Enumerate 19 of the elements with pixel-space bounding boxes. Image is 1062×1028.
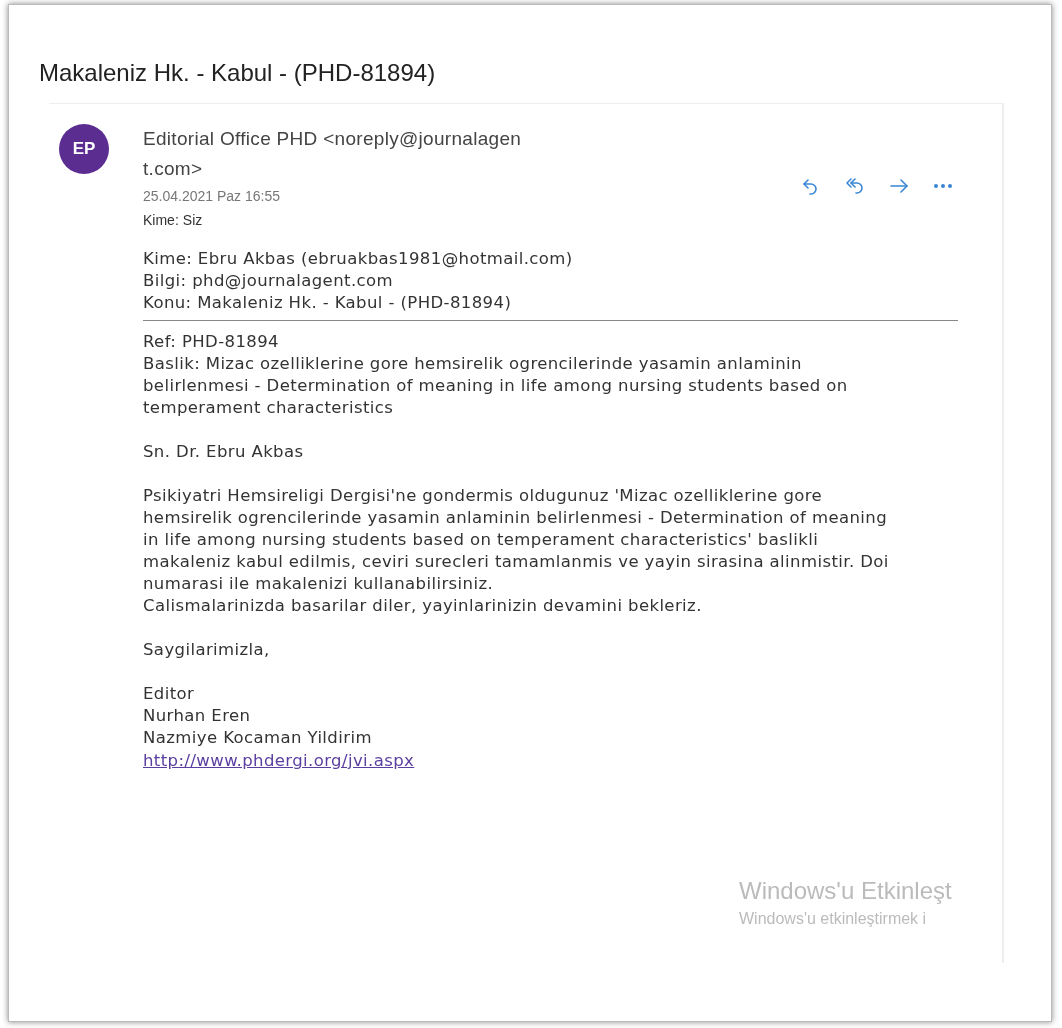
activation-title: Windows'u Etkinleşt bbox=[739, 876, 952, 906]
sender-name: Editorial Office PHD <noreply@journalagen t.com> bbox=[143, 127, 522, 181]
website-link[interactable]: http://www.phdergi.org/jvi.aspx bbox=[143, 751, 415, 770]
message-header-text: Kime: Ebru Akbas (ebruakbas1981@hotmail.com) Bilgi: phd@journalagent.com Konu: Makaleniz Hk. - Kabul - (PHD-81894) bbox=[143, 248, 574, 314]
recipient-value: Siz bbox=[182, 211, 203, 230]
email-subject: Makaleniz Hk. - Kabul - (PHD-81894) bbox=[39, 58, 436, 88]
sent-date: 25.04.2021 Paz 16:55 bbox=[143, 187, 281, 206]
message-paragraph: Psikiyatri Hemsireligi Dergisi'ne gondermis oldugunuz 'Mizac ozelliklerine gore hemsirelik ogrencilerinde yasamin anlaminin belirlenmesi - Determination of meaning in life among nursing students based on temperament characteristics' baslikli makaleniz kabul edilmis, ceviri surecleri tamamlanmis ve yayin sirasina alinmistir. Doi numarasi ile makalenizi kullanabilirsiniz. Calismalarinizda basarilar diler, yayinlarinizin devamini bekleriz. bbox=[143, 485, 890, 617]
message-paragraph: Sn. Dr. Ebru Akbas bbox=[143, 441, 305, 463]
more-icon bbox=[934, 184, 952, 188]
recipient-label: Kime: bbox=[143, 211, 179, 230]
activation-hint: Windows'u etkinleştirmek i bbox=[739, 909, 927, 929]
sender-avatar: EP bbox=[59, 124, 109, 174]
message-paragraph: Ref: PHD-81894 Baslik: Mizac ozelliklerine gore hemsirelik ogrencilerinde yasamin anlaminin belirlenmesi - Determination of meaning in life among nursing students based on temperament characteristics bbox=[143, 331, 849, 419]
reply-icon bbox=[803, 179, 817, 195]
signature-text: Editor Nurhan Eren Nazmiye Kocaman Yildirim bbox=[143, 683, 373, 749]
forward-icon bbox=[890, 179, 908, 193]
reply-all-icon bbox=[846, 178, 863, 194]
message-paragraph: Saygilarimizla, bbox=[143, 639, 271, 661]
